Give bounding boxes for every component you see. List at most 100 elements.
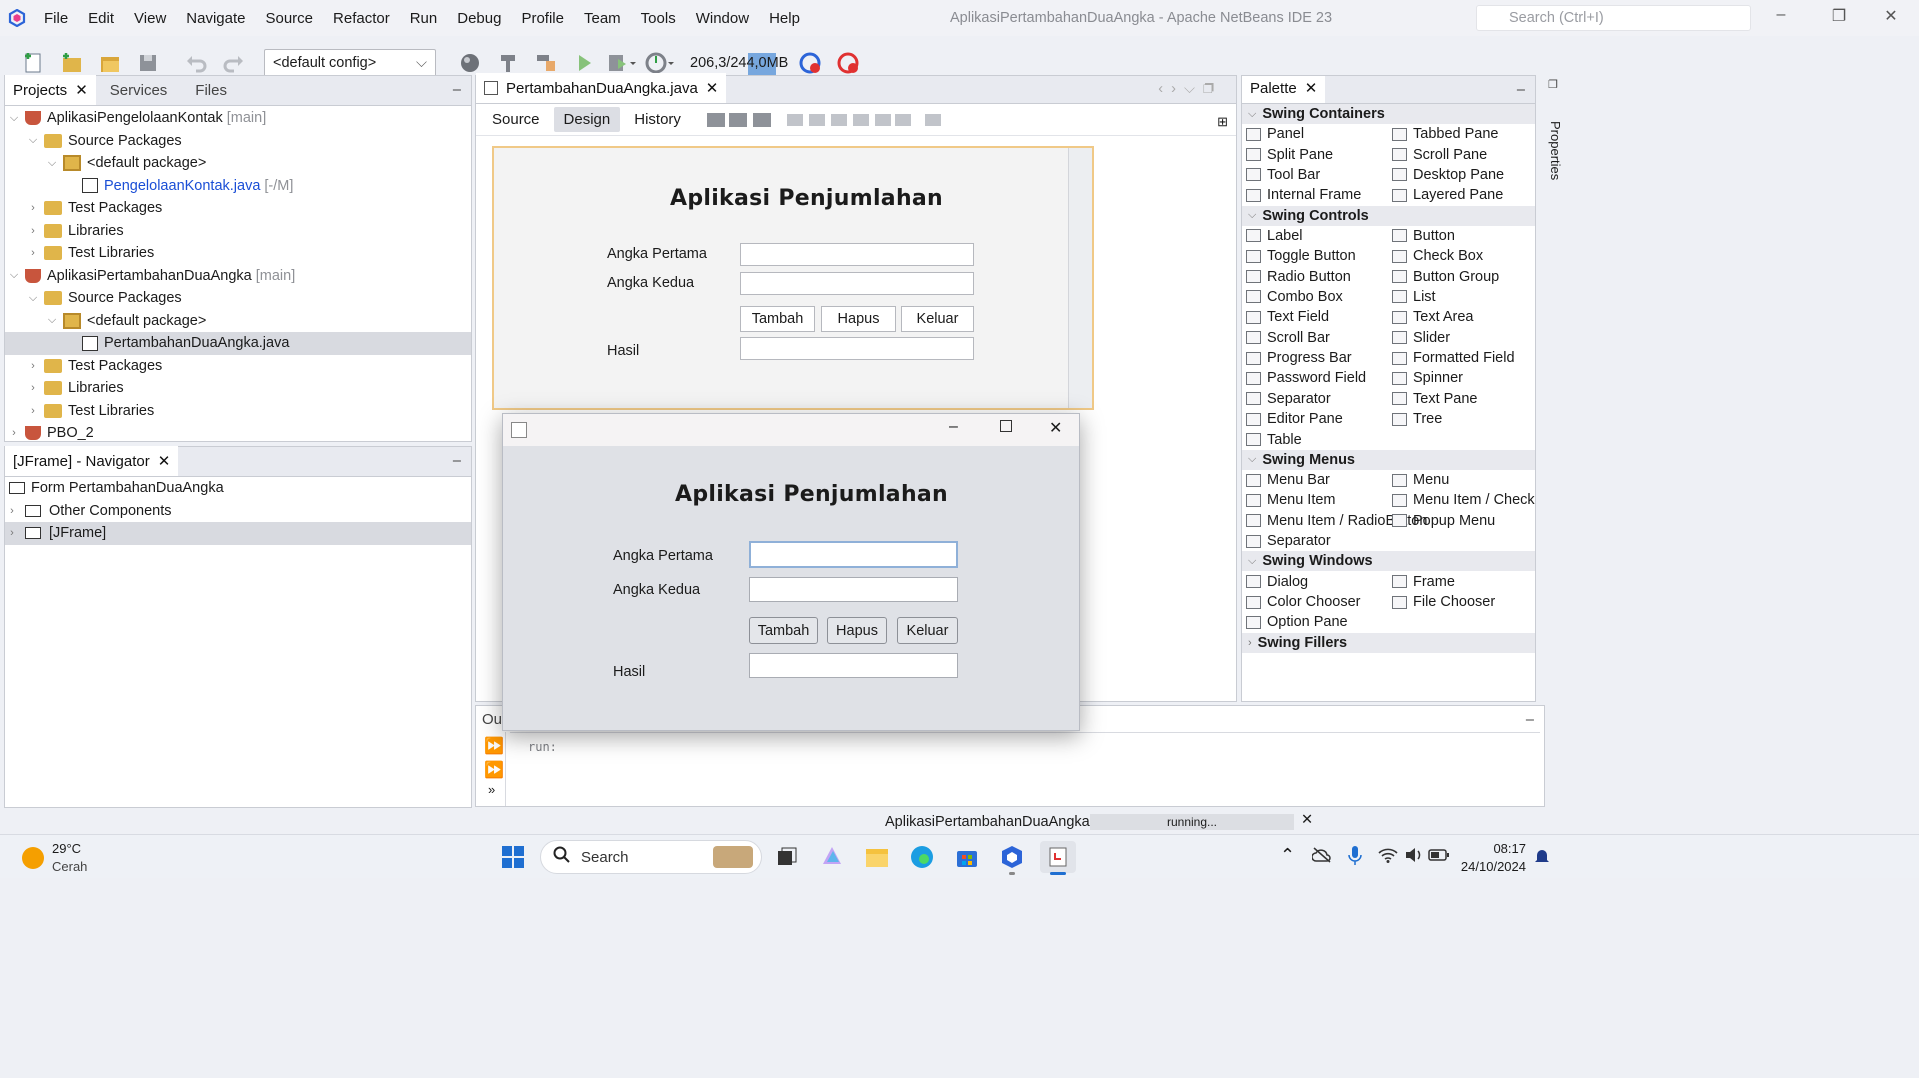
app-keluar-button[interactable]: Keluar bbox=[897, 617, 958, 644]
palette-item[interactable]: Spinner bbox=[1392, 368, 1535, 388]
menu-team[interactable]: Team bbox=[574, 10, 631, 27]
chevron-down-icon[interactable]: ⌵ bbox=[7, 269, 21, 282]
tree-node[interactable]: ⌵ AplikasiPengelolaanKontak [main] bbox=[5, 107, 471, 130]
palette-item[interactable]: Dialog bbox=[1246, 571, 1392, 591]
more-icon[interactable]: » bbox=[488, 782, 505, 797]
properties-side-tab[interactable]: ❐ Properties bbox=[1548, 78, 1568, 188]
chevron-down-icon[interactable]: ⌵ bbox=[1248, 555, 1256, 568]
tree-node[interactable]: › Libraries bbox=[5, 220, 471, 243]
menu-window[interactable]: Window bbox=[686, 10, 759, 27]
minimize-button[interactable]: – bbox=[1766, 6, 1796, 30]
tree-node[interactable]: ⌵ <default package> bbox=[5, 310, 471, 333]
field-angka-pertama[interactable] bbox=[740, 243, 974, 266]
tab-services[interactable]: Services bbox=[96, 75, 182, 105]
field-angka-kedua[interactable] bbox=[740, 272, 974, 295]
menu-debug[interactable]: Debug bbox=[447, 10, 511, 27]
expand-icon[interactable]: ⊞ bbox=[1217, 114, 1228, 130]
chevron-down-icon[interactable]: ⌵ bbox=[7, 112, 21, 125]
tree-node[interactable]: ⌵ AplikasiPertambahanDuaAngka [main] bbox=[5, 265, 471, 288]
palette-item[interactable]: Menu Bar bbox=[1246, 470, 1392, 490]
tree-node[interactable]: › Test Packages bbox=[5, 355, 471, 378]
editor-nav-arrows[interactable]: ‹›⌵❐ bbox=[1158, 81, 1222, 97]
quick-search-input[interactable]: Search (Ctrl+I) bbox=[1476, 5, 1751, 31]
chevron-down-icon[interactable]: ⌵ bbox=[1248, 108, 1256, 121]
weather-sun-icon[interactable] bbox=[22, 847, 44, 869]
palette-category[interactable]: ⌵ Swing Controls bbox=[1242, 205, 1535, 226]
notification-bell-icon[interactable] bbox=[1534, 847, 1550, 869]
close-icon[interactable]: ✕ bbox=[158, 452, 171, 470]
palette-item[interactable]: Button bbox=[1392, 226, 1535, 246]
chevron-right-icon[interactable]: › bbox=[5, 505, 19, 517]
menu-file[interactable]: File bbox=[34, 10, 78, 27]
chevron-right-icon[interactable]: › bbox=[26, 405, 40, 417]
palette-category[interactable]: ⌵ Swing Containers bbox=[1242, 104, 1535, 124]
chevron-right-icon[interactable]: › bbox=[26, 202, 40, 214]
rerun-icon[interactable]: ⏩ bbox=[484, 736, 505, 756]
menu-source[interactable]: Source bbox=[255, 10, 323, 27]
tambah-button[interactable]: Tambah bbox=[740, 306, 815, 332]
cancel-task-icon[interactable]: ✕ bbox=[1301, 812, 1313, 828]
palette-item[interactable]: Toggle Button bbox=[1246, 246, 1392, 266]
field-hasil[interactable] bbox=[740, 337, 974, 360]
file-explorer-icon[interactable] bbox=[860, 841, 894, 873]
config-select[interactable]: <default config> ⌵ bbox=[264, 49, 436, 77]
tree-node[interactable]: › Test Libraries bbox=[5, 400, 471, 423]
menu-view[interactable]: View bbox=[124, 10, 176, 27]
palette-item[interactable]: Color Chooser bbox=[1246, 592, 1392, 612]
java-app-taskbar-icon[interactable] bbox=[1040, 841, 1076, 875]
palette-item[interactable]: List bbox=[1392, 287, 1535, 307]
rerun-different-icon[interactable]: ⏩ bbox=[484, 760, 505, 780]
palette-item[interactable]: Menu bbox=[1392, 470, 1535, 490]
palette-item[interactable]: Menu Item / RadioButton bbox=[1246, 511, 1427, 531]
app-field-hasil[interactable] bbox=[749, 653, 958, 678]
app-close-button[interactable]: ✕ bbox=[1049, 418, 1062, 438]
close-icon[interactable]: ✕ bbox=[75, 81, 88, 99]
menu-navigate[interactable]: Navigate bbox=[176, 10, 255, 27]
palette-item[interactable]: File Chooser bbox=[1392, 592, 1535, 612]
show-hidden-icon[interactable]: ⌃ bbox=[1280, 845, 1295, 866]
palette-item[interactable]: Separator bbox=[1246, 531, 1392, 551]
palette-item[interactable]: Frame bbox=[1392, 571, 1535, 591]
volume-icon[interactable] bbox=[1404, 847, 1424, 867]
tree-node[interactable]: PertambahanDuaAngka.java bbox=[5, 332, 471, 355]
chevron-right-icon[interactable]: › bbox=[26, 247, 40, 259]
store-icon[interactable] bbox=[950, 841, 984, 873]
tree-node[interactable]: › Test Libraries bbox=[5, 242, 471, 265]
maximize-button[interactable]: ❐ bbox=[1824, 6, 1854, 30]
close-icon[interactable]: ✕ bbox=[706, 79, 719, 97]
palette-category[interactable]: ⌵ Swing Menus bbox=[1242, 449, 1535, 470]
palette-category[interactable]: › Swing Fillers bbox=[1242, 632, 1535, 653]
palette-item[interactable]: Menu Item / CheckBox bbox=[1392, 490, 1535, 510]
tree-node[interactable]: ⌵ Source Packages bbox=[5, 287, 471, 310]
palette-item[interactable]: Tool Bar bbox=[1246, 165, 1392, 185]
app-hapus-button[interactable]: Hapus bbox=[827, 617, 887, 644]
palette-item[interactable]: Formatted Field bbox=[1392, 348, 1535, 368]
tab-design[interactable]: Design bbox=[553, 107, 621, 132]
palette-item[interactable]: Scroll Bar bbox=[1246, 328, 1392, 348]
palette-item[interactable]: Split Pane bbox=[1246, 144, 1392, 164]
palette-item[interactable]: Menu Item bbox=[1246, 490, 1392, 510]
app-maximize-button[interactable] bbox=[1000, 420, 1012, 432]
tree-node[interactable]: ⌵ Source Packages bbox=[5, 130, 471, 153]
chevron-right-icon[interactable]: › bbox=[7, 427, 21, 439]
weather-desc[interactable]: Cerah bbox=[52, 859, 87, 874]
minimize-panel-icon[interactable]: – bbox=[1526, 712, 1534, 728]
tree-node[interactable]: PengelolaanKontak.java [-/M] bbox=[5, 175, 471, 198]
tree-node[interactable]: › PBO_2 bbox=[5, 422, 471, 445]
palette-item[interactable]: Combo Box bbox=[1246, 287, 1392, 307]
chevron-down-icon[interactable]: ⌵ bbox=[1248, 453, 1256, 466]
nav-other-components[interactable]: › Other Components bbox=[5, 500, 471, 523]
copilot-icon[interactable] bbox=[815, 841, 849, 873]
keluar-button[interactable]: Keluar bbox=[901, 306, 974, 332]
tab-source[interactable]: Source bbox=[482, 107, 550, 132]
close-icon[interactable]: ✕ bbox=[1305, 79, 1318, 97]
palette-item[interactable]: Panel bbox=[1246, 124, 1392, 144]
palette-item[interactable]: Tabbed Pane bbox=[1392, 124, 1535, 144]
app-minimize-button[interactable]: – bbox=[949, 418, 958, 436]
palette-item[interactable]: Button Group bbox=[1392, 266, 1535, 286]
palette-category[interactable]: ⌵ Swing Windows bbox=[1242, 551, 1535, 572]
tree-node[interactable]: › Libraries bbox=[5, 377, 471, 400]
palette-item[interactable]: Popup Menu bbox=[1392, 511, 1535, 531]
chevron-down-icon[interactable]: ⌵ bbox=[1248, 209, 1256, 222]
task-view-icon[interactable] bbox=[770, 841, 804, 873]
